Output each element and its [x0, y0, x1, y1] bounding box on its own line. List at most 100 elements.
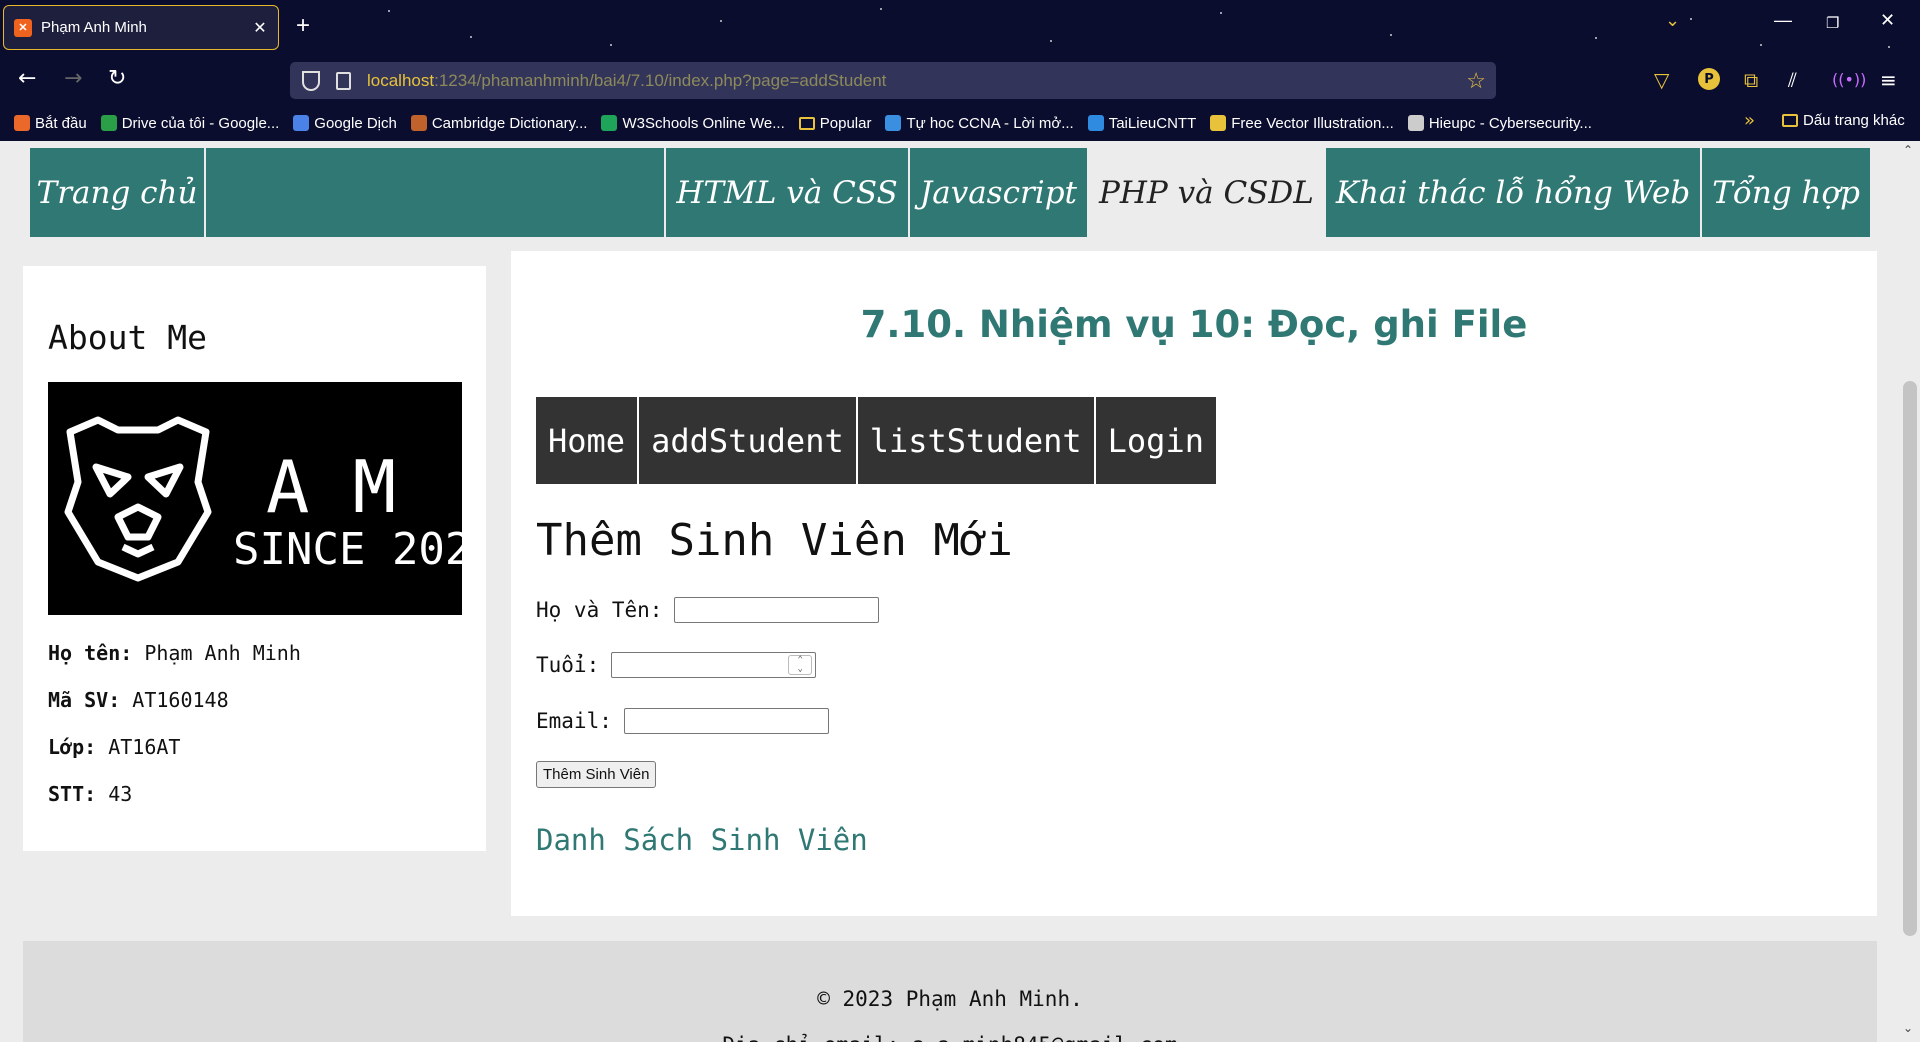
other-bookmarks-label: Dấu trang khác [1803, 112, 1905, 129]
bookmark-label: TaiLieuCNTT [1108, 114, 1197, 132]
bookmark-item[interactable]: Drive của tôi - Google... [100, 114, 280, 132]
bookmark-favicon-icon [1087, 115, 1104, 131]
reload-button[interactable]: ↻ [108, 66, 126, 91]
window-close-button[interactable]: ✕ [1880, 10, 1895, 31]
bookmarks-bar: Bắt đầu Drive của tôi - Google... Google D… [0, 110, 1592, 136]
profile-icon[interactable]: P [1698, 68, 1720, 90]
bookmark-favicon-icon [601, 115, 618, 131]
xampp-icon: ✕ [14, 18, 32, 37]
logo-letters: A M [266, 445, 396, 529]
main-content: 7.10. Nhiệm vụ 10: Đọc, ghi File Home ad… [511, 251, 1877, 916]
bookmark-item[interactable]: W3Schools Online We... [601, 114, 785, 132]
add-student-button[interactable]: Thêm Sinh Viên [536, 761, 657, 788]
subnav-home[interactable]: Home [536, 397, 640, 484]
bear-logo-icon: A M SINCE 2023 [64, 416, 498, 582]
url-path: :1234/phamanhminh/bai4/7.10/index.php?pa… [434, 70, 887, 90]
page-title: 7.10. Nhiệm vụ 10: Đọc, ghi File [860, 303, 1528, 346]
page-content: Trang chủ HTML và CSS Javascript PHP và … [0, 141, 1900, 1042]
page-info-icon[interactable] [336, 71, 351, 90]
spinner-arrows-icon[interactable]: ⌃ ⌄ [788, 655, 813, 675]
age-input[interactable]: ⌃ ⌄ [611, 652, 817, 678]
footer: © 2023 Phạm Anh Minh. Địa chỉ email: a.a… [23, 941, 1877, 1042]
bookmark-item[interactable]: Tự hoc CCNA - Lời mở... [885, 115, 1074, 132]
bookmark-favicon-icon [14, 115, 30, 131]
shield-icon[interactable] [302, 70, 320, 91]
nav-item-javascript[interactable]: Javascript [910, 148, 1089, 237]
browser-tab[interactable]: ✕ Phạm Anh Minh ✕ [3, 5, 279, 50]
other-bookmarks[interactable]: Dấu trang khác [1782, 112, 1905, 129]
bookmark-label: W3Schools Online We... [622, 114, 785, 132]
bookmark-item[interactable]: TaiLieuCNTT [1087, 114, 1197, 132]
tab-list-icon[interactable]: ⌄ [1665, 10, 1680, 31]
email-input[interactable] [623, 708, 829, 734]
bookmark-item[interactable]: Hieupc - Cybersecurity... [1407, 114, 1592, 132]
bookmark-favicon-icon [293, 115, 310, 131]
bookmark-favicon-icon [1407, 115, 1424, 131]
bookmark-label: Free Vector Illustration... [1231, 114, 1394, 132]
nav-item-home[interactable]: Trang chủ [30, 148, 206, 237]
student-list-link[interactable]: Danh Sách Sinh Viên [536, 823, 868, 857]
name-row: Họ và Tên: [536, 597, 880, 623]
email-label: Email: [536, 709, 612, 733]
bookmark-favicon-icon [885, 115, 902, 131]
scroll-up-icon[interactable]: ⌃ [1903, 143, 1913, 157]
nav-item-summary[interactable]: Tổng hợp [1702, 148, 1870, 237]
restore-button[interactable]: ❐ [1826, 14, 1839, 32]
bookmark-favicon-icon [410, 115, 427, 131]
logo-since: SINCE 2023 [233, 524, 462, 575]
nav-item-php-csdl[interactable]: PHP và CSDL [1089, 148, 1326, 237]
info-student-id: Mã SV: AT160148 [48, 688, 229, 712]
page-scrollbar[interactable]: ⌃ ⌄ [1900, 141, 1920, 1042]
bookmark-item[interactable]: Bắt đầu [14, 115, 87, 132]
info-number: STT: 43 [48, 782, 133, 806]
bookmark-label: Cambridge Dictionary... [431, 114, 588, 132]
extensions-icon[interactable]: ⧉ [1744, 68, 1758, 92]
bookmark-label: Hieupc - Cybersecurity... [1428, 114, 1592, 132]
bookmark-item[interactable]: Google Dịch [293, 115, 397, 132]
top-navigation: Trang chủ HTML và CSS Javascript PHP và … [30, 148, 1870, 237]
tab-title: Phạm Anh Minh [41, 19, 147, 36]
pocket-icon[interactable]: ▽ [1654, 68, 1669, 92]
bookmark-favicon-icon [1210, 115, 1227, 131]
bookmark-favicon-icon [100, 115, 117, 131]
age-label: Tuổi: [536, 653, 600, 677]
name-input[interactable] [674, 597, 880, 623]
email-row: Email: [536, 708, 829, 734]
bookmark-item[interactable]: Free Vector Illustration... [1210, 115, 1394, 132]
scroll-down-icon[interactable]: ⌄ [1903, 1021, 1913, 1035]
nav-item-web-vuln[interactable]: Khai thác lỗ hổng Web [1326, 148, 1703, 237]
new-tab-button[interactable]: + [296, 12, 310, 40]
bookmark-label: Drive của tôi - Google... [121, 114, 280, 132]
footer-copyright: © 2023 Phạm Anh Minh. [817, 987, 1083, 1011]
browser-chrome: ✕ Phạm Anh Minh ✕ + ⌄ — ❐ ✕ ← → ↻ localh… [0, 0, 1920, 141]
bookmark-item[interactable]: Cambridge Dictionary... [410, 114, 588, 132]
age-row: Tuổi: ⌃ ⌄ [536, 652, 817, 678]
url-host: localhost [367, 70, 435, 90]
about-sidebar: About Me A M SINCE 2023 Họ tên: Phạm Anh… [23, 266, 498, 851]
bookmark-star-icon[interactable]: ☆ [1466, 68, 1486, 94]
back-button[interactable]: ← [18, 66, 36, 91]
subnav-add-student[interactable]: addStudent [639, 397, 858, 484]
bookmark-label: Bắt đầu [35, 114, 87, 132]
bookmark-item[interactable]: Popular [798, 115, 871, 132]
address-bar[interactable]: localhost:1234/phamanhminh/bai4/7.10/ind… [290, 62, 1496, 99]
menu-icon[interactable]: ≡ [1880, 68, 1897, 92]
am-logo: A M SINCE 2023 [48, 382, 498, 615]
minimize-button[interactable]: — [1774, 10, 1792, 31]
bookmark-label: Google Dịch [314, 114, 397, 132]
broadcast-icon[interactable]: ((•)) [1832, 70, 1866, 89]
scrollbar-thumb[interactable] [1903, 381, 1917, 936]
library-icon[interactable]: ⫽ [1788, 68, 1797, 92]
sub-navigation: Home addStudent listStudent Login [536, 397, 1216, 484]
subnav-list-student[interactable]: listStudent [857, 397, 1096, 484]
folder-icon [798, 116, 815, 130]
close-tab-icon[interactable]: ✕ [252, 18, 268, 38]
subnav-login[interactable]: Login [1095, 397, 1216, 484]
sidebar-title: About Me [48, 318, 207, 357]
form-title: Thêm Sinh Viên Mới [536, 515, 1013, 566]
nav-item-html-css[interactable]: HTML và CSS [666, 148, 910, 237]
name-label: Họ và Tên: [536, 598, 663, 622]
more-bookmarks-icon[interactable]: » [1744, 110, 1755, 131]
forward-button[interactable]: → [64, 66, 82, 91]
folder-icon [1782, 114, 1798, 127]
